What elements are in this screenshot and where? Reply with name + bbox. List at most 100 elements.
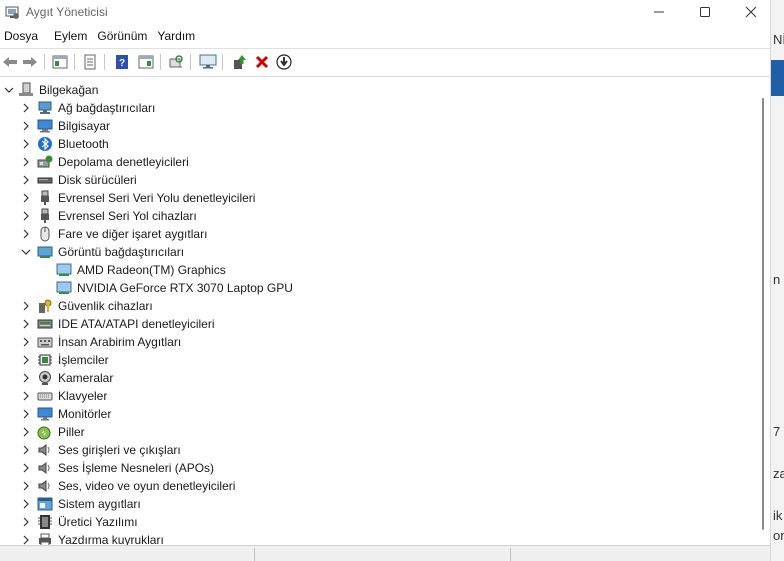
show-hide-console-tree-button[interactable]: [50, 52, 70, 72]
maximize-button[interactable]: [682, 0, 728, 24]
storage-controller-icon: [37, 155, 53, 168]
help-button[interactable]: ?: [112, 52, 132, 72]
tree-category-label: Fare ve diğer işaret aygıtları: [58, 227, 208, 241]
chevron-right-icon[interactable]: [21, 445, 31, 455]
vertical-scrollbar[interactable]: [760, 98, 766, 530]
menu-dosya[interactable]: Dosya: [0, 27, 43, 47]
disable-down-arrow-icon: [276, 54, 292, 70]
tree-category-21[interactable]: Sistem aygıtları: [0, 495, 740, 513]
tree-category-label: Kameralar: [58, 371, 114, 385]
status-bar: [0, 545, 770, 561]
tree-category-3[interactable]: Bluetooth: [0, 135, 740, 153]
chevron-right-icon[interactable]: [21, 157, 31, 167]
tree-category-4[interactable]: Depolama denetleyicileri: [0, 153, 740, 171]
chevron-right-icon[interactable]: [21, 535, 31, 545]
speaker-icon: [38, 444, 50, 456]
tree-device-2[interactable]: NVIDIA GeForce RTX 3070 Laptop GPU: [0, 279, 740, 297]
status-divider: [254, 548, 255, 561]
close-button[interactable]: [728, 0, 770, 24]
tree-category-14[interactable]: Kameralar: [0, 369, 740, 387]
menu-eylem[interactable]: Eylem: [49, 27, 92, 47]
tree-category-18[interactable]: Ses girişleri ve çıkışları: [0, 441, 740, 459]
tree-root[interactable]: Bilgekağan: [0, 81, 740, 99]
background-accent-bar: [771, 60, 784, 96]
properties-button[interactable]: [80, 52, 100, 72]
scan-hardware-button[interactable]: [166, 52, 186, 72]
tree-category-7[interactable]: Evrensel Seri Yol cihazları: [0, 207, 740, 225]
chevron-right-icon[interactable]: [21, 319, 31, 329]
tree-category-13[interactable]: İşlemciler: [0, 351, 740, 369]
background-text: za: [773, 466, 784, 481]
chevron-right-icon[interactable]: [21, 499, 31, 509]
tree-category-10[interactable]: Güvenlik cihazları: [0, 297, 740, 315]
menu-gorunum[interactable]: Görünüm: [92, 27, 152, 47]
chevron-right-icon[interactable]: [21, 391, 31, 401]
chevron-right-icon[interactable]: [21, 301, 31, 311]
toolbar-separator: [190, 54, 191, 70]
tree-category-19[interactable]: Ses İşleme Nesneleri (APOs): [0, 459, 740, 477]
tree-category-17[interactable]: Piller: [0, 423, 740, 441]
tree-category-label: Evrensel Seri Veri Yolu denetleyicileri: [58, 191, 256, 205]
tree-category-label: Monitörler: [58, 407, 112, 421]
update-driver-button[interactable]: [230, 52, 250, 72]
maximize-icon: [700, 7, 710, 17]
toolbar-separator: [44, 54, 45, 70]
show-hide-action-pane-button[interactable]: [136, 52, 156, 72]
tree-device-label: AMD Radeon(TM) Graphics: [77, 263, 226, 277]
chevron-right-icon[interactable]: [21, 517, 31, 527]
tree-device-1[interactable]: AMD Radeon(TM) Graphics: [0, 261, 740, 279]
chevron-right-icon[interactable]: [21, 481, 31, 491]
tree-category-2[interactable]: Bilgisayar: [0, 117, 740, 135]
tree-category-22[interactable]: Üretici Yazılımı: [0, 513, 740, 531]
tree-category-6[interactable]: Evrensel Seri Veri Yolu denetleyicileri: [0, 189, 740, 207]
chevron-right-icon[interactable]: [21, 463, 31, 473]
minimize-button[interactable]: [636, 0, 682, 24]
chevron-right-icon[interactable]: [21, 121, 31, 131]
chevron-right-icon[interactable]: [21, 337, 31, 347]
chevron-right-icon[interactable]: [21, 355, 31, 365]
tree-category-16[interactable]: Monitörler: [0, 405, 740, 423]
monitor-icon: [37, 407, 53, 421]
tree-category-5[interactable]: Disk sürücüleri: [0, 171, 740, 189]
back-button[interactable]: [0, 52, 20, 72]
uninstall-device-button[interactable]: [252, 52, 272, 72]
tree-category-label: Bluetooth: [58, 137, 109, 151]
disable-device-button[interactable]: [274, 52, 294, 72]
tree-category-20[interactable]: Ses, video ve oyun denetleyicileri: [0, 477, 740, 495]
chevron-right-icon[interactable]: [21, 427, 31, 437]
window-title: Aygıt Yöneticisi: [26, 5, 108, 19]
tree-category-15[interactable]: Klavyeler: [0, 387, 740, 405]
tree-category-12[interactable]: İnsan Arabirim Aygıtları: [0, 333, 740, 351]
chevron-right-icon[interactable]: [21, 139, 31, 149]
monitor-button[interactable]: [198, 52, 218, 72]
tree-category-9[interactable]: Görüntü bağdaştırıcıları: [0, 243, 740, 261]
tree-category-1[interactable]: Ağ bağdaştırıcıları: [0, 99, 740, 117]
properties-pane-icon: [52, 55, 68, 69]
tree-category-label: Bilgisayar: [58, 119, 111, 133]
chevron-down-icon[interactable]: [4, 85, 14, 95]
toolbar-separator: [104, 54, 105, 70]
chevron-right-icon[interactable]: [21, 373, 31, 383]
chevron-right-icon[interactable]: [21, 193, 31, 203]
chevron-down-icon[interactable]: [21, 247, 31, 257]
background-text: 7: [773, 424, 781, 439]
background-text: n: [773, 272, 781, 287]
camera-icon: [39, 371, 51, 385]
chevron-right-icon[interactable]: [21, 211, 31, 221]
device-tree[interactable]: Bilgekağan Ağ bağdaştırıcıları Bilgisayar…: [0, 76, 770, 547]
tree-category-8[interactable]: Fare ve diğer işaret aygıtları: [0, 225, 740, 243]
chevron-right-icon[interactable]: [21, 229, 31, 239]
menu-yardim[interactable]: Yardım: [152, 27, 200, 47]
scrollbar-thumb[interactable]: [762, 98, 764, 530]
usb-icon: [41, 190, 49, 205]
gpu-child-icon: [56, 263, 72, 276]
tree-category-label: İnsan Arabirim Aygıtları: [58, 335, 182, 349]
chevron-right-icon[interactable]: [21, 409, 31, 419]
tree-category-label: Evrensel Seri Yol cihazları: [58, 209, 197, 223]
forward-button[interactable]: [20, 52, 40, 72]
tree-category-11[interactable]: IDE ATA/ATAPI denetleyicileri: [0, 315, 740, 333]
keyboard-icon: [37, 392, 53, 401]
chevron-right-icon[interactable]: [21, 103, 31, 113]
scan-hardware-icon: [169, 55, 183, 68]
chevron-right-icon[interactable]: [21, 175, 31, 185]
